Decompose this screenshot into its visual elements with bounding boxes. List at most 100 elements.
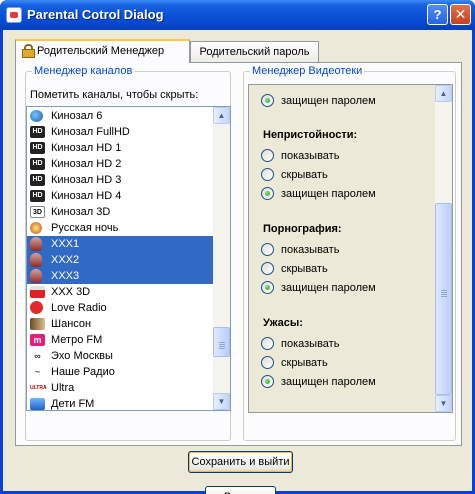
channel-item[interactable]: ~ Наше Радио xyxy=(27,364,214,380)
xxx-icon xyxy=(30,237,42,251)
channel-label: Кинозал 3D xyxy=(51,206,111,218)
channel-item[interactable]: ∞ Эхо Москвы xyxy=(27,348,214,364)
scroll-down-button[interactable]: ▼ xyxy=(435,395,452,412)
radio-label: показывать xyxy=(281,150,340,162)
radio-label: защищен паролем xyxy=(281,282,376,294)
radio-button[interactable] xyxy=(261,149,274,162)
xxx-icon xyxy=(30,269,42,283)
exit-button[interactable]: Выход xyxy=(205,486,276,494)
help-button[interactable]: ? xyxy=(427,4,448,25)
deti-fm-icon xyxy=(30,398,45,410)
scroll-up-button[interactable]: ▲ xyxy=(213,107,230,124)
radio-label: защищен паролем xyxy=(281,95,376,107)
hd-icon: HD xyxy=(30,158,45,170)
channel-label: Кинозал HD 4 xyxy=(51,190,122,202)
scroll-thumb[interactable] xyxy=(213,327,230,358)
video-manager-group: Менеджер Видеотеки защищен паролем Неприс… xyxy=(243,65,456,441)
russkaya-noch-icon xyxy=(30,222,42,234)
radio-option[interactable]: скрывать xyxy=(261,167,328,183)
channel-item[interactable]: Русская ночь xyxy=(27,220,214,236)
radio-label: скрывать xyxy=(281,263,328,275)
scroll-up-button[interactable]: ▲ xyxy=(435,85,452,102)
channel-item[interactable]: 3D Кинозал 3D xyxy=(27,204,214,220)
channel-label: Эхо Москвы xyxy=(51,350,113,362)
channel-list[interactable]: Кинозал 6 HD Кинозал FullHD HD Кинозал HD 1H… xyxy=(26,106,231,411)
dialog-window: Parental Cotrol Dialog ? ✕ Родительский … xyxy=(0,0,475,494)
metro-fm-icon: m xyxy=(30,334,45,346)
love-radio-icon xyxy=(30,301,43,314)
close-button[interactable]: ✕ xyxy=(450,4,471,25)
video-scrollbar[interactable]: ▲ ▼ xyxy=(435,85,452,412)
channel-label: Кинозал HD 1 xyxy=(51,142,122,154)
category-title: Непристойности: xyxy=(263,129,358,141)
radio-button[interactable] xyxy=(261,281,274,294)
tab-parental-password[interactable]: Родительский пароль xyxy=(190,41,319,62)
channel-label: Ultra xyxy=(51,382,75,394)
radio-option[interactable]: защищен паролем xyxy=(261,374,376,390)
category-title: Ужасы: xyxy=(263,317,303,329)
radio-option[interactable]: скрывать xyxy=(261,355,328,371)
channel-manager-group: Менеджер каналов Пометить каналы, чтобы … xyxy=(25,65,231,441)
radio-button[interactable] xyxy=(261,187,274,200)
channel-item[interactable]: ULTRA Ultra xyxy=(27,380,214,396)
channel-list-scrollbar[interactable]: ▲ ▼ xyxy=(213,107,230,410)
channel-item[interactable]: Шансон xyxy=(27,316,214,332)
radio-label: скрывать xyxy=(281,357,328,369)
radio-button[interactable] xyxy=(261,168,274,181)
radio-option[interactable]: защищен паролем xyxy=(261,93,376,109)
channel-item[interactable]: m Метро FM xyxy=(27,332,214,348)
radio-button[interactable] xyxy=(261,262,274,275)
scroll-down-button[interactable]: ▼ xyxy=(213,393,230,410)
radio-button[interactable] xyxy=(261,94,274,107)
radio-option[interactable]: показывать xyxy=(261,336,339,352)
radio-button[interactable] xyxy=(261,356,274,369)
hd-icon: HD xyxy=(30,126,45,138)
channel-label: XXX2 xyxy=(51,254,80,266)
title-bar[interactable]: Parental Cotrol Dialog ? ✕ xyxy=(0,0,475,30)
ultra-icon: ULTRA xyxy=(30,382,47,394)
channel-item[interactable]: HD Кинозал HD 4 xyxy=(27,188,214,204)
app-icon xyxy=(6,7,22,23)
channel-label: Шансон xyxy=(51,318,92,330)
channel-item[interactable]: XXX1 xyxy=(27,236,214,252)
channel-item[interactable]: HD Кинозал HD 3 xyxy=(27,172,214,188)
channel-label: Дети FM xyxy=(51,398,95,410)
channel-label: Кинозал HD 2 xyxy=(51,158,122,170)
hd-icon: HD xyxy=(30,190,45,202)
channel-item[interactable]: Дети FM xyxy=(27,396,214,410)
dialog-client-area: Родительский Менеджер Родительский парол… xyxy=(3,30,472,494)
channel-item[interactable]: XXX2 xyxy=(27,252,214,268)
channel-item[interactable]: Кинозал 6 xyxy=(27,108,214,124)
tab-parental-manager[interactable]: Родительский Менеджер xyxy=(15,39,190,63)
channel-item[interactable]: HD Кинозал FullHD xyxy=(27,124,214,140)
channel-item[interactable]: HD Кинозал HD 2 xyxy=(27,156,214,172)
save-and-exit-button[interactable]: Сохранить и выйти xyxy=(188,451,293,473)
channel-hint: Пометить каналы, чтобы скрыть: xyxy=(30,89,199,101)
radio-button[interactable] xyxy=(261,375,274,388)
radio-label: скрывать xyxy=(281,169,328,181)
category-title: Порнография: xyxy=(263,223,342,235)
scroll-thumb[interactable] xyxy=(435,203,452,395)
channel-item[interactable]: HD Кинозал HD 1 xyxy=(27,140,214,156)
radio-option[interactable]: показывать xyxy=(261,242,339,258)
hd-icon: HD xyxy=(30,142,45,154)
channel-item[interactable]: XXX 3D xyxy=(27,284,214,300)
radio-option[interactable]: показывать xyxy=(261,148,339,164)
hd-icon: HD xyxy=(30,174,45,186)
radio-option[interactable]: скрывать xyxy=(261,261,328,277)
radio-option[interactable]: защищен паролем xyxy=(261,280,376,296)
radio-option[interactable]: защищен паролем xyxy=(261,186,376,202)
radio-button[interactable] xyxy=(261,337,274,350)
video-options-pane[interactable]: защищен паролем Непристойности: показывать… xyxy=(248,84,453,413)
xxx-icon xyxy=(30,253,42,267)
nashe-radio-icon: ~ xyxy=(30,366,45,378)
channel-label: Метро FM xyxy=(51,334,103,346)
channel-label: XXX3 xyxy=(51,270,80,282)
radio-button[interactable] xyxy=(261,243,274,256)
chanson-icon xyxy=(30,318,45,330)
lock-icon xyxy=(22,44,35,58)
channel-label: XXX 3D xyxy=(51,286,91,298)
channel-item[interactable]: XXX3 xyxy=(27,268,214,284)
radio-label: защищен паролем xyxy=(281,188,376,200)
channel-item[interactable]: Love Radio xyxy=(27,300,214,316)
